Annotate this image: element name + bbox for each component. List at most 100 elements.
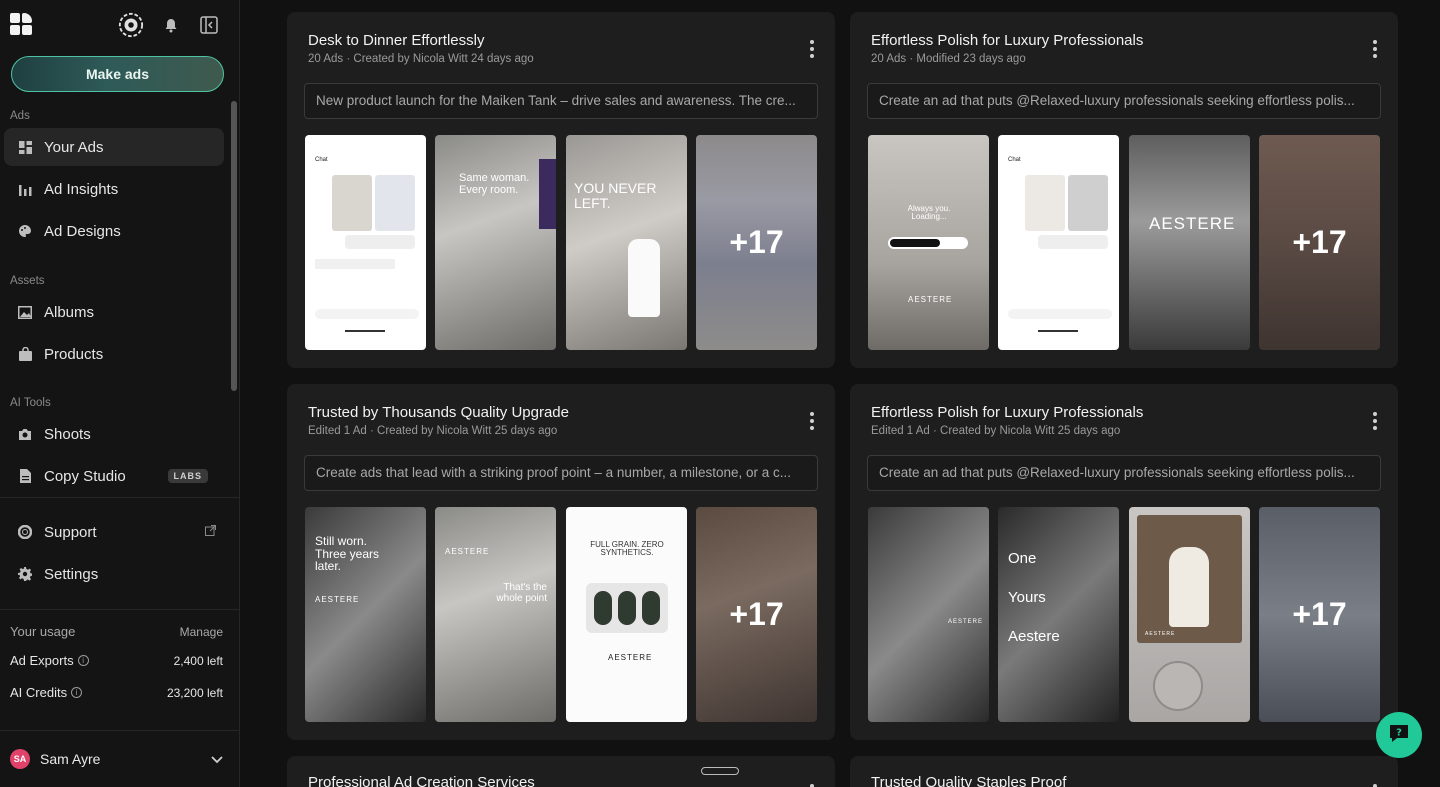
ad-collection-card[interactable]: Effortless Polish for Luxury Professiona… <box>850 12 1398 368</box>
shopping-bag-icon <box>18 347 32 361</box>
divider <box>0 730 240 731</box>
avatar: SA <box>10 749 30 769</box>
more-ads-count: +17 <box>1292 596 1347 632</box>
info-icon[interactable]: i <box>77 655 89 666</box>
ad-collection-card[interactable]: Trusted Quality Staples Proof <box>850 756 1398 787</box>
sidebar-item-label: Ad Designs <box>44 222 121 240</box>
scroll-handle[interactable] <box>701 767 739 775</box>
ad-thumbnail[interactable]: FULL GRAIN. ZERO SYNTHETICS. AESTERE <box>566 507 687 722</box>
sidebar-header <box>10 10 229 40</box>
user-name: Sam Ayre <box>40 751 101 767</box>
manage-link[interactable]: Manage <box>180 625 223 639</box>
ad-thumbnail[interactable]: AESTERE <box>1129 507 1250 722</box>
more-options-icon[interactable] <box>1372 412 1378 430</box>
sidebar-item-label: Settings <box>44 565 99 583</box>
sidebar-item-label: Support <box>44 523 97 541</box>
ad-exports-label: Ad Exports <box>10 653 74 668</box>
card-title: Effortless Polish for Luxury Professiona… <box>871 404 1144 421</box>
ad-thumbnail[interactable]: Chat <box>305 135 426 350</box>
ad-thumbnail[interactable]: +17 <box>1259 507 1380 722</box>
sidebar-item-label: Products <box>44 345 104 363</box>
gear-icon <box>18 567 32 581</box>
usage-ad-exports: Ad Exports i 2,400 left <box>10 653 223 668</box>
user-menu[interactable]: SA Sam Ayre <box>10 748 223 770</box>
help-chat-button[interactable]: ? <box>1376 712 1422 758</box>
thumbnail-strip: Chat Same woman. Every room. YOU NEVER L… <box>305 135 818 350</box>
ad-thumbnail[interactable]: Always you. Loading... AESTERE <box>868 135 989 350</box>
more-options-icon[interactable] <box>1372 40 1378 58</box>
chevron-down-icon <box>211 751 223 767</box>
sidebar-item-label: Ad Insights <box>44 180 119 198</box>
ad-thumbnail[interactable]: +17 <box>1259 135 1380 350</box>
more-ads-count: +17 <box>729 596 784 632</box>
ad-thumbnail[interactable]: AESTERE <box>1129 135 1250 350</box>
document-icon <box>18 469 32 483</box>
credits-dial-icon[interactable] <box>118 12 144 38</box>
sidebar-item-albums[interactable]: Albums <box>4 293 224 331</box>
card-prompt[interactable]: Create an ad that puts @Relaxed-luxury p… <box>867 83 1381 119</box>
card-title: Desk to Dinner Effortlessly <box>308 32 485 49</box>
ad-thumbnail[interactable]: Chat <box>998 135 1119 350</box>
bell-icon[interactable] <box>158 12 184 38</box>
svg-text:?: ? <box>1396 727 1402 738</box>
palette-icon <box>18 224 32 238</box>
ad-collection-card[interactable]: Professional Ad Creation Services <box>287 756 835 787</box>
ad-thumbnail[interactable]: AESTERE <box>868 507 989 722</box>
more-ads-count: +17 <box>729 224 784 260</box>
sidebar-item-products[interactable]: Products <box>4 335 224 373</box>
ad-collection-card[interactable]: Desk to Dinner Effortlessly 20 Ads · Cre… <box>287 12 835 368</box>
card-meta: 20 Ads · Created by Nicola Witt 24 days … <box>308 53 534 65</box>
card-title: Trusted by Thousands Quality Upgrade <box>308 404 569 421</box>
more-ads-count: +17 <box>1292 224 1347 260</box>
section-label-ai-tools: AI Tools <box>10 397 51 409</box>
card-title: Trusted Quality Staples Proof <box>871 774 1067 787</box>
divider <box>0 609 240 610</box>
ai-credits-label: AI Credits <box>10 685 68 700</box>
more-options-icon[interactable] <box>809 412 815 430</box>
app: Make ads Ads Your Ads Ad Insights Ad Des… <box>0 0 1440 787</box>
section-label-ads: Ads <box>10 110 30 122</box>
more-options-icon[interactable] <box>809 40 815 58</box>
ad-collection-card[interactable]: Effortless Polish for Luxury Professiona… <box>850 384 1398 740</box>
card-title: Professional Ad Creation Services <box>308 774 535 787</box>
sidebar-item-shoots[interactable]: Shoots <box>4 415 224 453</box>
card-meta: 20 Ads · Modified 23 days ago <box>871 53 1026 65</box>
card-prompt[interactable]: Create ads that lead with a striking pro… <box>304 455 818 491</box>
sidebar-item-ad-designs[interactable]: Ad Designs <box>4 212 224 250</box>
ad-thumbnail[interactable]: AESTERE That's the whole point <box>435 507 556 722</box>
ad-thumbnail[interactable]: Same woman. Every room. <box>435 135 556 350</box>
image-icon <box>18 305 32 319</box>
grid-icon <box>18 140 32 154</box>
card-prompt[interactable]: Create an ad that puts @Relaxed-luxury p… <box>867 455 1381 491</box>
ad-thumbnail[interactable]: YOU NEVER LEFT. <box>566 135 687 350</box>
usage-ai-credits: AI Credits i 23,200 left <box>10 685 223 700</box>
card-prompt[interactable]: New product launch for the Maiken Tank –… <box>304 83 818 119</box>
ai-credits-value: 23,200 left <box>166 685 223 700</box>
sidebar-item-ad-insights[interactable]: Ad Insights <box>4 170 224 208</box>
bar-chart-icon <box>18 182 32 196</box>
chat-question-icon: ? <box>1388 722 1410 749</box>
sidebar-scrollbar[interactable] <box>231 101 237 391</box>
ad-collection-card[interactable]: Trusted by Thousands Quality Upgrade Edi… <box>287 384 835 740</box>
ad-thumbnail[interactable]: One Yours Aestere <box>998 507 1119 722</box>
sidebar-item-your-ads[interactable]: Your Ads <box>4 128 224 166</box>
logo-icon[interactable] <box>10 13 34 37</box>
sidebar-item-label: Albums <box>44 303 95 321</box>
ad-exports-value: 2,400 left <box>173 653 223 668</box>
card-meta: Edited 1 Ad · Created by Nicola Witt 25 … <box>871 425 1121 437</box>
external-link-icon <box>205 525 216 539</box>
ad-thumbnail[interactable]: +17 <box>696 507 817 722</box>
sidebar-item-settings[interactable]: Settings <box>4 555 224 593</box>
make-ads-button[interactable]: Make ads <box>11 56 224 92</box>
labs-badge: LABS <box>167 469 208 483</box>
camera-icon <box>18 427 32 441</box>
ad-thumbnail[interactable]: +17 <box>696 135 817 350</box>
sidebar-item-copy-studio[interactable]: Copy Studio LABS <box>4 457 224 495</box>
divider <box>0 497 240 498</box>
thumbnail-strip: Always you. Loading... AESTERE Chat AEST… <box>868 135 1381 350</box>
ad-thumbnail[interactable]: Still worn. Three years later. AESTERE <box>305 507 426 722</box>
info-icon[interactable]: i <box>71 687 83 698</box>
lifebuoy-icon <box>18 525 32 539</box>
collapse-sidebar-icon[interactable] <box>196 12 222 38</box>
sidebar-item-support[interactable]: Support <box>4 513 224 551</box>
